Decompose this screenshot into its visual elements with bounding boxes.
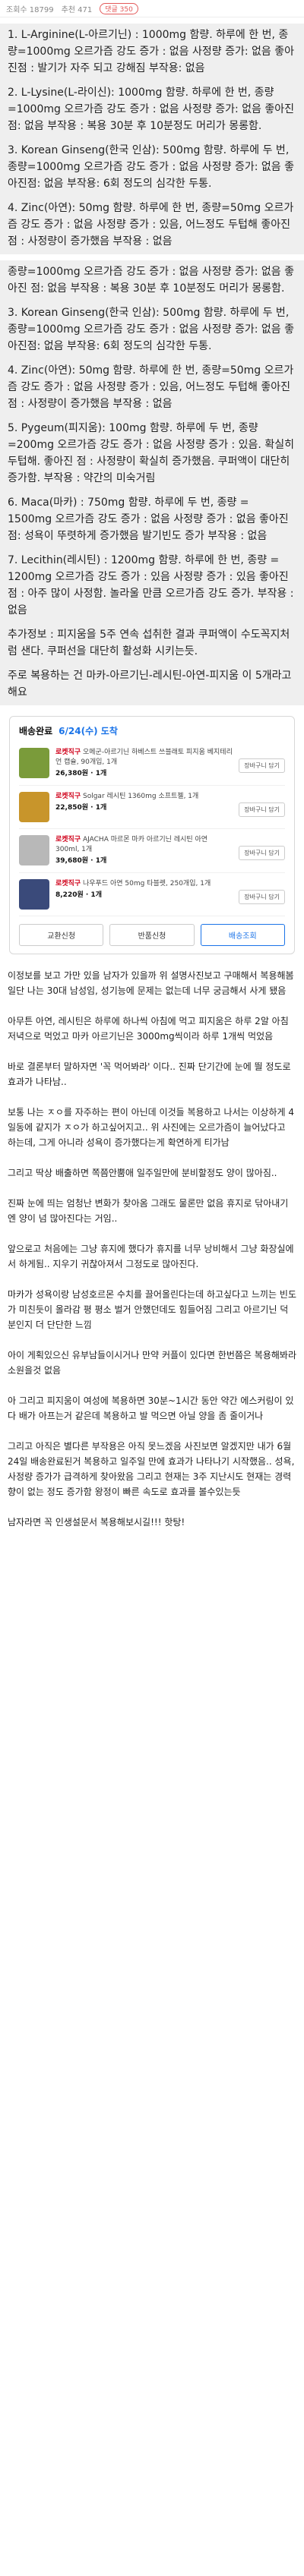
product-price: 26,380원 · 1개 [55,770,107,777]
quote-paragraph: 3. Korean Ginseng(한국 인삼): 500mg 함량. 하루에 … [8,307,294,352]
quote-paragraph: 7. Lecithin(레시틴) : 1200mg 함량. 하루에 한 번, 종… [8,554,294,616]
post-meta-bar: 조회수 18799 추천 471 댓글 350 [0,0,304,17]
product-price: 8,220원 · 1개 [55,891,102,899]
product-name[interactable]: Solgar 레시틴 1360mg 소프트젤, 1개 [83,793,198,800]
product-info: 로켓직구 나우푸드 아연 50mg 타블렛, 250개입, 1개 8,220원 … [55,879,233,900]
product-thumbnail[interactable] [19,748,49,778]
quote-paragraph: 4. Zinc(아연): 50mg 함량. 하루에 한 번, 종량=50mg 오… [8,202,294,248]
order-item: 로켓직구 AJACHA 마르몬 마카 아르기닌 레시틴 아연 300ml, 1개… [19,829,285,873]
product-thumbnail[interactable] [19,879,49,910]
recommend-count: 추천 471 [61,5,93,14]
body-paragraph: 바로 결론부터 말하자면 '꼭 먹어봐라' 이다.. 진짜 단기간에 눈에 띌 … [8,1061,291,1087]
quote-paragraph: 1. L-Arginine(L-아르기닌) : 1000mg 함량. 하루에 한… [8,29,294,74]
body-paragraph: 앞으로고 처음에는 그냥 휴지에 했다가 휴지를 너무 낭비해서 그냥 화장실에… [8,1244,294,1269]
add-to-cart-button[interactable]: 장바구니 담기 [239,846,285,860]
product-info: 로켓직구 Solgar 레시틴 1360mg 소프트젤, 1개 22,850원 … [55,792,233,813]
product-price: 39,680원 · 1개 [55,857,107,865]
delivery-status: 배송완료 [19,726,53,736]
return-request-button[interactable]: 반품신청 [109,924,195,946]
product-thumbnail[interactable] [19,792,49,822]
order-header: 배송완료 6/24(수) 도착 [19,724,285,737]
rocket-badge: 로켓직구 [55,793,81,800]
product-name[interactable]: 오메군-아르기닌 하베스트 쓰블래토 피지움 베지테리언 캡슐, 90개입, 1… [55,749,233,766]
body-paragraph: 남자라면 꼭 인생설문서 복용해보시길!!! 핫탕! [8,1517,185,1528]
view-count: 조회수 18799 [6,5,54,14]
quoted-screenshot-1: 1. L-Arginine(L-아르기닌) : 1000mg 함량. 하루에 한… [0,24,304,254]
order-actions: 교환신청 반품신청 배송조회 [19,924,285,946]
body-paragraph: 아 그리고 피지움이 여성에 복용하면 30분~1시간 동안 약간 에스커링이 … [8,1395,294,1421]
quote-paragraph: 종량=1000mg 오르가즘 강도 증가 : 없음 사정량 증가: 없음 좋아진… [8,266,294,295]
track-delivery-button[interactable]: 배송조회 [200,924,285,946]
add-to-cart-button[interactable]: 장바구니 담기 [239,758,285,773]
body-paragraph: 마카가 성욕이랑 남성호르몬 수치를 끌어올린다는데 하고싶다고 느끼는 빈도가… [8,1289,296,1330]
exchange-request-button[interactable]: 교환신청 [19,924,104,946]
comment-count-badge[interactable]: 댓글 350 [100,2,138,14]
body-paragraph: 보통 나는 ㅈㅇ를 자주하는 편이 아닌데 이것들 복용하고 나서는 이상하게 … [8,1107,294,1148]
rocket-badge: 로켓직구 [55,880,81,888]
add-to-cart-button[interactable]: 장바구니 담기 [239,890,285,904]
order-item: 로켓직구 Solgar 레시틴 1360mg 소프트젤, 1개 22,850원 … [19,786,285,829]
body-paragraph: 진짜 눈에 띄는 엄청난 변화가 찾아옴 그래도 물론만 없음 휴지로 닦아내기… [8,1198,289,1224]
order-item: 로켓직구 나우푸드 아연 50mg 타블렛, 250개입, 1개 8,220원 … [19,873,285,916]
body-paragraph: 아무튼 아연, 레시틴은 하루에 하나씩 아침에 먹고 피지움은 하루 2알 아… [8,1016,289,1042]
product-name[interactable]: 나우푸드 아연 50mg 타블렛, 250개입, 1개 [83,880,211,888]
body-paragraph: 아이 게획있으신 유부남들이시거나 만약 커플이 있다면 한번쯤은 복용해봐라 … [8,1350,296,1376]
order-card: 배송완료 6/24(수) 도착 로켓직구 오메군-아르기닌 하베스트 쓰블래토 … [9,716,295,954]
post-text: 이정보를 보고 가만 있을 남자가 있을까 위 설명사진보고 구매해서 복용해봄… [0,965,304,1553]
rocket-badge: 로켓직구 [55,749,81,756]
quoted-screenshot-2: 종량=1000mg 오르가즘 강도 증가 : 없음 사정량 증가: 없음 좋아진… [0,260,304,705]
quote-paragraph: 5. Pygeum(피지움): 100mg 함량. 하루에 두 번, 종량=20… [8,422,294,484]
quote-paragraph: 주로 복용하는 건 마카-아르기닌-레시틴-아연-피지움 이 5개라고 해요 [8,670,292,698]
add-to-cart-button[interactable]: 장바구니 담기 [239,802,285,817]
quote-paragraph: 2. L-Lysine(L-라이신): 1000mg 함량. 하루에 한 번, … [8,87,294,132]
product-thumbnail[interactable] [19,835,49,865]
quote-paragraph: 4. Zinc(아연): 50mg 함량. 하루에 한 번, 종량=50mg 오… [8,364,294,410]
post-body: 1. L-Arginine(L-아르기닌) : 1000mg 함량. 하루에 한… [0,24,304,1553]
order-item: 로켓직구 오메군-아르기닌 하베스트 쓰블래토 피지움 베지테리언 캡슐, 90… [19,742,285,786]
delivery-date: 6/24(수) 도착 [59,726,118,736]
product-info: 로켓직구 오메군-아르기닌 하베스트 쓰블래토 피지움 베지테리언 캡슐, 90… [55,748,233,779]
quote-paragraph: 6. Maca(마카) : 750mg 함량. 하루에 두 번, 종량 = 15… [8,497,289,542]
product-price: 22,850원 · 1개 [55,804,107,812]
rocket-badge: 로켓직구 [55,836,81,843]
body-paragraph: 이정보를 보고 가만 있을 남자가 있을까 위 설명사진보고 구매해서 복용해봄… [8,970,294,996]
body-paragraph: 그리고 아직은 별다른 부작용은 아직 못느겠음 사진보면 알겠지만 내가 6월… [8,1441,295,1497]
quote-paragraph: 3. Korean Ginseng(한국 인삼): 500mg 함량. 하루에 … [8,144,294,190]
quote-paragraph: 추가정보 : 피지움을 5주 연속 섭취한 결과 쿠퍼액이 수도꼭지처럼 샌다.… [8,629,290,657]
body-paragraph: 그리고 딱상 배출하면 쪽쯤안뿜애 일주일만에 분비할정도 양이 많아짐.. [8,1168,277,1178]
product-info: 로켓직구 AJACHA 마르몬 마카 아르기닌 레시틴 아연 300ml, 1개… [55,835,233,866]
